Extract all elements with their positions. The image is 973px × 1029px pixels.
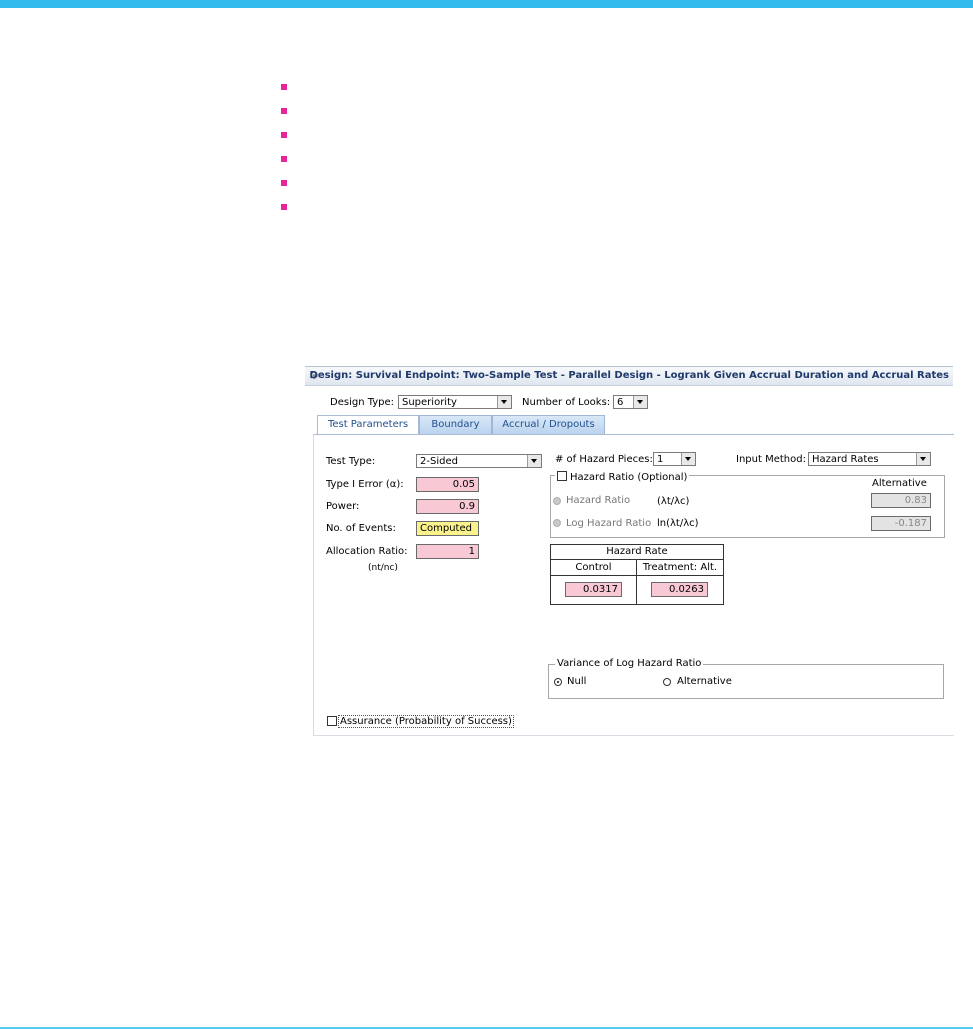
window-title: Design: Survival Endpoint: Two-Sample Te… bbox=[309, 370, 949, 381]
looks-select[interactable]: 6 bbox=[613, 395, 648, 409]
window-titlebar: ⚙ Design: Survival Endpoint: Two-Sample … bbox=[305, 366, 953, 386]
chevron-down-icon[interactable] bbox=[681, 453, 695, 465]
test-type-label: Test Type: bbox=[326, 456, 376, 467]
events-input[interactable]: Computed bbox=[416, 521, 479, 536]
variance-null-label: Null bbox=[567, 676, 587, 687]
looks-label: Number of Looks: bbox=[522, 397, 611, 408]
control-hazard-input[interactable]: 0.0317 bbox=[565, 582, 622, 597]
allocation-ratio-label: Allocation Ratio: bbox=[326, 546, 408, 557]
variance-alternative-label: Alternative bbox=[677, 676, 732, 687]
power-label: Power: bbox=[326, 501, 360, 512]
chevron-down-icon[interactable] bbox=[497, 396, 511, 408]
log-hazard-ratio-radio[interactable] bbox=[553, 519, 561, 527]
chevron-down-icon[interactable] bbox=[527, 455, 541, 467]
tab-boundary[interactable]: Boundary bbox=[419, 415, 492, 435]
top-accent-bar bbox=[0, 0, 973, 8]
chevron-down-icon[interactable] bbox=[916, 453, 930, 465]
events-label: No. of Events: bbox=[326, 523, 396, 534]
bullet-marker bbox=[281, 156, 287, 162]
allocation-ratio-formula: (nt/nc) bbox=[368, 563, 398, 573]
allocation-ratio-input[interactable]: 1 bbox=[416, 544, 479, 559]
log-hazard-ratio-formula: ln(λt/λc) bbox=[657, 518, 699, 529]
control-column-header: Control bbox=[575, 562, 612, 573]
variance-alternative-radio[interactable] bbox=[663, 678, 671, 686]
bullet-marker bbox=[281, 132, 287, 138]
design-window: ⚙ Design: Survival Endpoint: Two-Sample … bbox=[305, 366, 954, 736]
tab-test-parameters[interactable]: Test Parameters bbox=[317, 415, 419, 435]
hazard-ratio-label: Hazard Ratio bbox=[566, 495, 631, 506]
variance-group bbox=[548, 664, 944, 699]
tab-accrual-dropouts[interactable]: Accrual / Dropouts bbox=[492, 415, 605, 435]
hazard-pieces-label: # of Hazard Pieces: bbox=[555, 454, 653, 465]
test-type-select[interactable]: 2-Sided bbox=[416, 454, 542, 468]
type1-error-label: Type I Error (α): bbox=[326, 479, 404, 490]
hazard-ratio-formula: (λt/λc) bbox=[657, 496, 690, 507]
input-method-select[interactable]: Hazard Rates bbox=[808, 452, 931, 466]
treatment-column-header: Treatment: Alt. bbox=[642, 562, 718, 573]
type1-error-input[interactable]: 0.05 bbox=[416, 477, 479, 492]
log-hazard-ratio-input[interactable]: -0.187 bbox=[871, 516, 931, 531]
alternative-header: Alternative bbox=[872, 478, 927, 489]
power-input[interactable]: 0.9 bbox=[416, 499, 479, 514]
treatment-hazard-input[interactable]: 0.0263 bbox=[651, 582, 708, 597]
assurance-label[interactable]: Assurance (Probability of Success) bbox=[338, 715, 514, 728]
bullet-marker bbox=[281, 108, 287, 114]
bullet-marker bbox=[281, 204, 287, 210]
design-type-select[interactable]: Superiority bbox=[398, 395, 512, 409]
bullet-marker bbox=[281, 84, 287, 90]
variance-group-label: Variance of Log Hazard Ratio bbox=[555, 658, 704, 669]
log-hazard-ratio-label: Log Hazard Ratio bbox=[566, 518, 652, 529]
chevron-down-icon[interactable] bbox=[633, 396, 647, 408]
hazard-ratio-group-label: Hazard Ratio (Optional) bbox=[555, 470, 690, 483]
hazard-rate-title: Hazard Rate bbox=[606, 546, 668, 557]
hazard-ratio-checkbox[interactable] bbox=[557, 471, 567, 481]
hazard-ratio-input[interactable]: 0.83 bbox=[871, 493, 931, 508]
hazard-pieces-select[interactable]: 1 bbox=[653, 452, 696, 466]
hazard-rate-table: Hazard Rate Control Treatment: Alt. 0.03… bbox=[550, 544, 724, 605]
assurance-checkbox[interactable] bbox=[327, 716, 337, 726]
variance-null-radio[interactable] bbox=[554, 678, 562, 686]
input-method-label: Input Method: bbox=[736, 454, 806, 465]
bullet-marker bbox=[281, 180, 287, 186]
design-type-label: Design Type: bbox=[330, 397, 395, 408]
hazard-ratio-radio[interactable] bbox=[553, 497, 561, 505]
